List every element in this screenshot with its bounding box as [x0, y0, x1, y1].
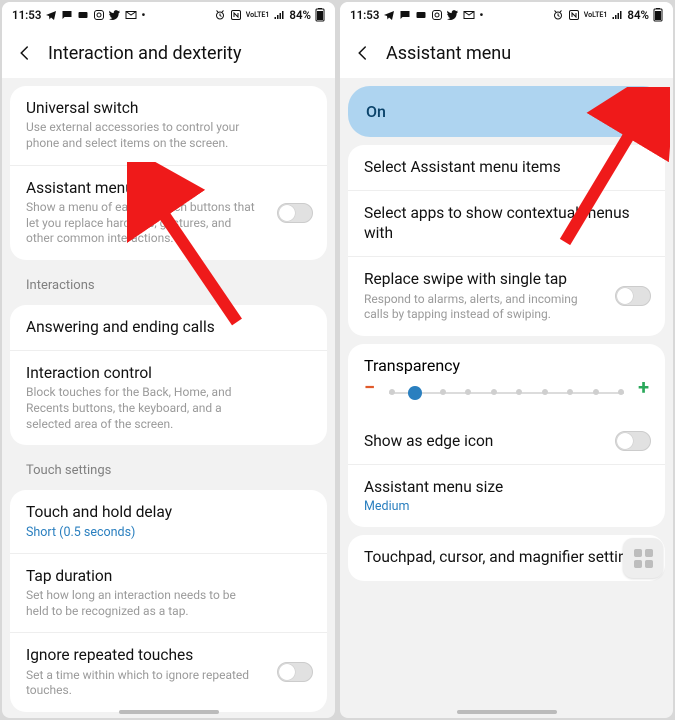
show-edge-toggle[interactable]	[615, 431, 651, 451]
signal-icon	[273, 9, 285, 21]
row-title: Tap duration	[26, 567, 311, 586]
replace-swipe-toggle[interactable]	[615, 286, 651, 306]
section-interactions: Interactions	[10, 268, 327, 297]
gesture-bar[interactable]	[457, 710, 557, 714]
appbar: Interaction and dexterity	[2, 28, 335, 78]
ignore-repeated-toggle[interactable]	[277, 662, 313, 682]
camera-icon	[415, 9, 427, 21]
status-dot: •	[141, 8, 145, 22]
row-desc: Show a menu of easy-to-reach buttons tha…	[26, 200, 311, 247]
phone-right: 11:53 • VoLTE1 84% Assistant menu	[340, 2, 673, 718]
row-title: Interaction control	[26, 364, 311, 383]
ignore-repeated-row[interactable]: Ignore repeated touches Set a time withi…	[10, 632, 327, 712]
volte-icon: VoLTE1	[246, 12, 270, 19]
row-title: Universal switch	[26, 99, 311, 118]
row-desc: Respond to alarms, alerts, and incoming …	[364, 292, 649, 323]
nfc-icon	[230, 9, 242, 21]
twitter-icon	[109, 9, 121, 21]
message-icon	[399, 9, 411, 21]
master-toggle-label: On	[366, 102, 647, 121]
replace-swipe-row[interactable]: Replace swipe with single tap Respond to…	[348, 256, 665, 336]
slider-plus-icon[interactable]: +	[638, 375, 649, 399]
row-desc: Use external accessories to control your…	[26, 120, 311, 151]
mail-icon	[125, 9, 137, 21]
status-bar: 11:53 • VoLTE1 84%	[2, 2, 335, 28]
telegram-icon	[45, 9, 57, 21]
slider-minus-icon[interactable]: −	[364, 375, 375, 399]
row-title: Touchpad, cursor, and magnifier settings	[364, 548, 649, 567]
row-value: Short (0.5 seconds)	[26, 525, 311, 540]
status-time: 11:53	[12, 8, 41, 22]
assistant-menu-fab[interactable]	[623, 538, 663, 578]
assistant-menu-row[interactable]: Assistant menu Show a menu of easy-to-re…	[10, 165, 327, 260]
signal-icon	[611, 9, 623, 21]
back-icon[interactable]	[354, 44, 372, 62]
nfc-icon	[568, 9, 580, 21]
row-title: Select Assistant menu items	[364, 158, 649, 177]
transparency-slider[interactable]	[381, 380, 632, 394]
row-desc: Set a time within which to ignore repeat…	[26, 668, 311, 699]
twitter-icon	[447, 9, 459, 21]
status-bar: 11:53 • VoLTE1 84%	[340, 2, 673, 28]
assistant-menu-toggle[interactable]	[277, 203, 313, 223]
phone-left: 11:53 • VoLTE1 84% Interaction and dexte…	[2, 2, 335, 718]
slider-thumb[interactable]	[408, 386, 422, 400]
mail-icon	[463, 9, 475, 21]
back-icon[interactable]	[16, 44, 34, 62]
select-items-row[interactable]: Select Assistant menu items	[348, 145, 665, 190]
instagram-icon	[93, 9, 105, 21]
battery-icon	[315, 8, 325, 22]
touchpad-settings-row[interactable]: Touchpad, cursor, and magnifier settings	[348, 535, 665, 580]
status-time: 11:53	[350, 8, 379, 22]
row-desc: Set how long an interaction needs to be …	[26, 588, 311, 619]
settings-list[interactable]: On Select Assistant menu items Select ap…	[340, 78, 673, 718]
row-title: Transparency	[364, 356, 649, 375]
status-dot: •	[479, 8, 483, 22]
row-title: Replace swipe with single tap	[364, 270, 649, 289]
master-toggle-row[interactable]: On	[348, 86, 665, 137]
camera-icon	[77, 9, 89, 21]
universal-switch-row[interactable]: Universal switch Use external accessorie…	[10, 86, 327, 165]
row-title: Select apps to show contextual menus wit…	[364, 204, 649, 243]
row-title: Touch and hold delay	[26, 503, 311, 522]
battery-icon	[653, 8, 663, 22]
appbar: Assistant menu	[340, 28, 673, 78]
instagram-icon	[431, 9, 443, 21]
answering-calls-row[interactable]: Answering and ending calls	[10, 305, 327, 350]
row-title: Ignore repeated touches	[26, 646, 311, 665]
gesture-bar[interactable]	[119, 710, 219, 714]
row-title: Assistant menu	[26, 179, 311, 198]
menu-size-row[interactable]: Assistant menu size Medium	[348, 464, 665, 527]
row-desc: Block touches for the Back, Home, and Re…	[26, 385, 311, 432]
page-title: Interaction and dexterity	[48, 43, 241, 64]
message-icon	[61, 9, 73, 21]
master-toggle[interactable]	[615, 102, 651, 122]
volte-icon: VoLTE1	[584, 12, 608, 19]
settings-list[interactable]: Universal switch Use external accessorie…	[2, 78, 335, 718]
row-title: Assistant menu size	[364, 478, 649, 497]
alarm-icon	[552, 9, 564, 21]
tap-duration-row[interactable]: Tap duration Set how long an interaction…	[10, 553, 327, 633]
page-title: Assistant menu	[386, 43, 511, 64]
transparency-row: Transparency − +	[348, 344, 665, 419]
show-edge-row[interactable]: Show as edge icon	[348, 419, 665, 464]
row-title: Show as edge icon	[364, 432, 649, 451]
telegram-icon	[383, 9, 395, 21]
interaction-control-row[interactable]: Interaction control Block touches for th…	[10, 350, 327, 445]
battery-text: 84%	[627, 8, 649, 22]
select-apps-row[interactable]: Select apps to show contextual menus wit…	[348, 190, 665, 256]
battery-text: 84%	[289, 8, 311, 22]
section-touch: Touch settings	[10, 453, 327, 482]
row-title: Answering and ending calls	[26, 318, 311, 337]
grid-icon	[634, 549, 653, 568]
alarm-icon	[214, 9, 226, 21]
row-value: Medium	[364, 499, 649, 514]
touch-hold-delay-row[interactable]: Touch and hold delay Short (0.5 seconds)	[10, 490, 327, 552]
